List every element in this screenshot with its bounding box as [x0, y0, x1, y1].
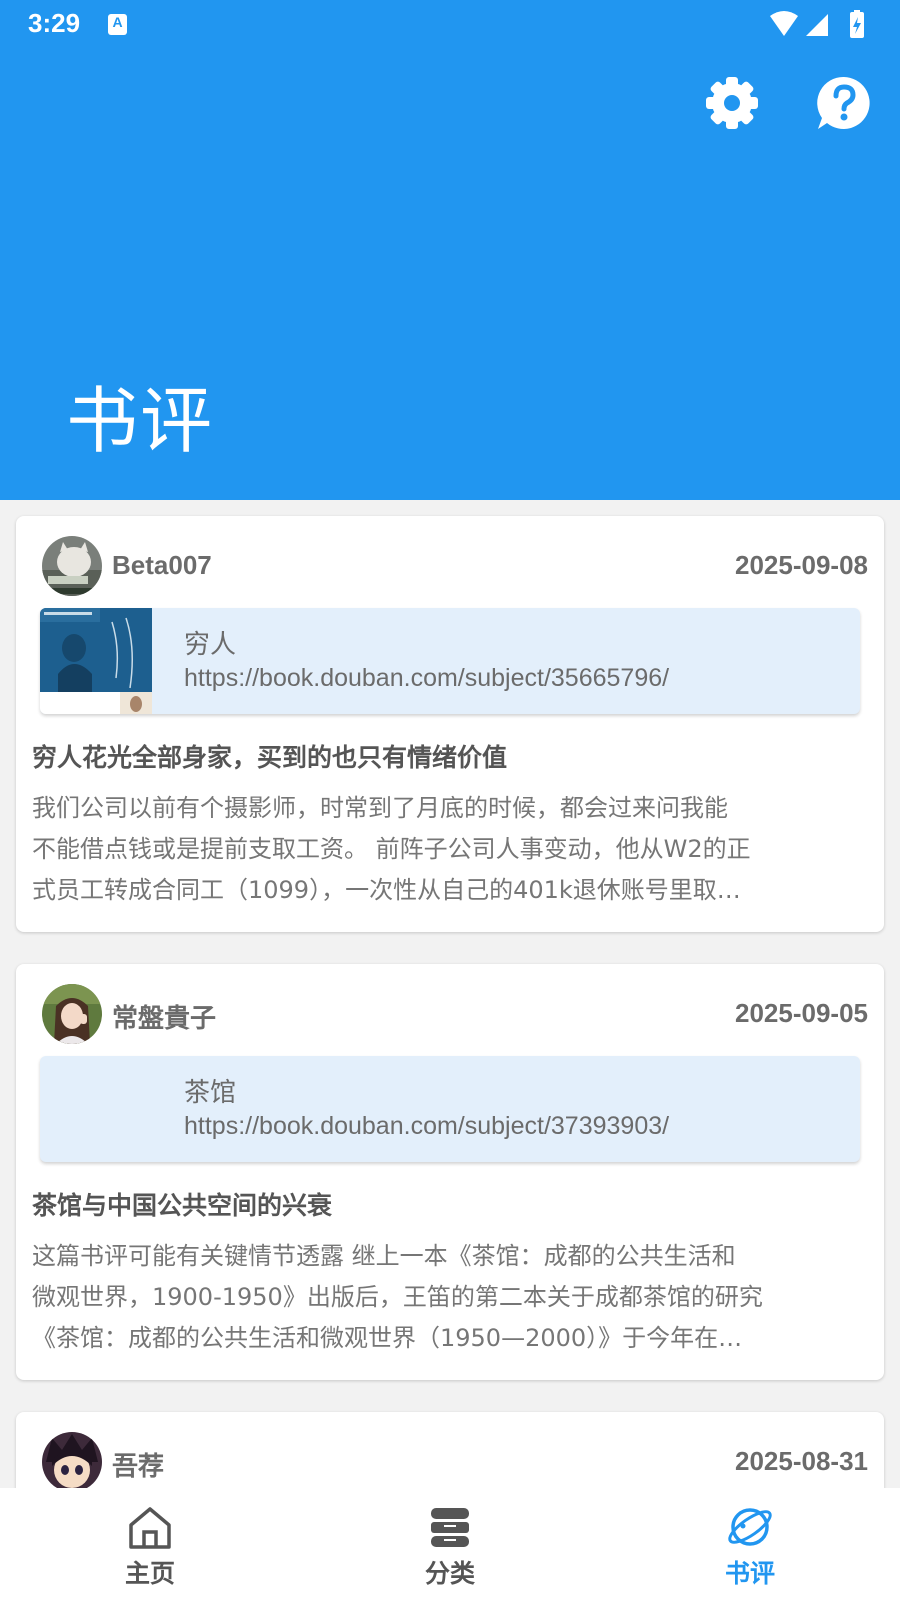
settings-icon[interactable] — [703, 74, 761, 132]
review-date: 2025-09-08 — [735, 550, 868, 580]
username[interactable]: 常盤貴子 — [112, 998, 216, 1035]
help-icon[interactable] — [815, 74, 873, 132]
home-icon — [129, 1507, 171, 1549]
planet-icon — [728, 1508, 772, 1546]
review-excerpt-line: 这篇书评可能有关键情节透露 继上一本《茶馆：成都的公共生活和 — [32, 1242, 736, 1270]
review-excerpt-line: 《茶馆：成都的公共生活和微观世界（1950—2000）》于今年在… — [32, 1324, 743, 1352]
review-excerpt-line: 不能借点钱或是提前支取工资。 前阵子公司人事变动，他从W2的正 — [32, 835, 751, 863]
app-header: 3:29 A 书评 — [0, 0, 900, 500]
review-card[interactable]: Beta007 2025-09-08 穷人 https://book.douba… — [16, 516, 884, 932]
username[interactable]: 吾荐 — [112, 1446, 164, 1483]
avatar[interactable] — [42, 536, 102, 596]
review-date: 2025-09-05 — [735, 998, 868, 1028]
review-card[interactable]: 吾荐 2025-08-31 — [16, 1412, 884, 1488]
book-url[interactable]: https://book.douban.com/subject/35665796… — [184, 664, 669, 693]
review-excerpt-line: 我们公司以前有个摄影师，时常到了月底的时候，都会过来问我能 — [32, 794, 728, 822]
review-excerpt[interactable]: 我们公司以前有个摄影师，时常到了月底的时候，都会过来问我能 不能借点钱或是提前支… — [32, 788, 864, 911]
nav-label: 书评 — [724, 1559, 775, 1588]
page-title: 书评 — [66, 379, 215, 463]
avatar[interactable] — [42, 1432, 102, 1488]
nav-label: 分类 — [424, 1559, 475, 1588]
review-excerpt[interactable]: 这篇书评可能有关键情节透露 继上一本《茶馆：成都的公共生活和 微观世界，1900… — [32, 1236, 864, 1359]
review-date: 2025-08-31 — [735, 1446, 868, 1476]
review-excerpt-line: 式员工转成合同工（1099），一次性从自己的401k退休账号里取… — [32, 876, 741, 904]
username[interactable]: Beta007 — [112, 550, 212, 581]
book-link-card[interactable]: 茶馆 https://book.douban.com/subject/37393… — [40, 1056, 860, 1162]
book-title: 穷人 — [184, 630, 237, 660]
nav-item-reviews[interactable]: 书评 — [600, 1488, 900, 1600]
book-title: 茶馆 — [184, 1078, 237, 1108]
wifi-icon — [770, 11, 798, 36]
notification-a-letter: A — [112, 14, 123, 30]
nav-item-category[interactable]: 分类 — [300, 1488, 600, 1600]
avatar[interactable] — [42, 984, 102, 1044]
nav-label: 主页 — [124, 1559, 175, 1588]
book-cover-image — [40, 608, 152, 714]
nav-item-home[interactable]: 主页 — [0, 1488, 300, 1600]
review-excerpt-line: 微观世界，1900-1950》出版后，王笛的第二本关于成都茶馆的研究 — [32, 1283, 763, 1311]
category-stack-icon — [431, 1508, 469, 1547]
status-time: 3:29 — [28, 8, 81, 38]
review-title[interactable]: 茶馆与中国公共空间的兴衰 — [32, 1186, 332, 1222]
notification-a-icon: A — [108, 14, 127, 35]
book-link-card[interactable]: 穷人 https://book.douban.com/subject/35665… — [40, 608, 860, 714]
cell-signal-icon — [806, 14, 828, 36]
status-bar: 3:29 A — [0, 0, 900, 48]
bottom-navigation: 主页 分类 书评 — [0, 1488, 900, 1600]
review-title[interactable]: 穷人花光全部身家，买到的也只有情绪价值 — [32, 738, 507, 774]
status-icons — [770, 10, 864, 38]
review-card[interactable]: 常盤貴子 2025-09-05 茶馆 https://book.douban.c… — [16, 964, 884, 1380]
book-url[interactable]: https://book.douban.com/subject/37393903… — [184, 1112, 669, 1141]
review-feed[interactable]: Beta007 2025-09-08 穷人 https://book.douba… — [0, 500, 900, 1488]
